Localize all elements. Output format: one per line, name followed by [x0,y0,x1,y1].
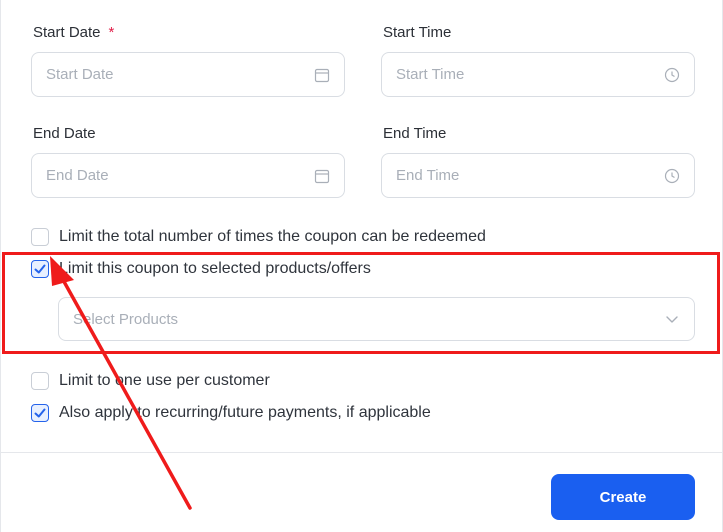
checkmark-icon [34,408,46,418]
calendar-icon [314,169,330,183]
limit-total-redemptions-label: Limit the total number of times the coup… [59,228,486,245]
apply-recurring-option[interactable]: Also apply to recurring/future payments,… [31,404,431,422]
start-time-placeholder: Start Time [396,66,465,83]
start-date-input[interactable]: Start Date [31,52,345,97]
coupon-form-panel: Start Date * Start Date Start Time Start … [0,0,723,532]
start-time-input[interactable]: Start Time [381,52,695,97]
limit-to-products-label: Limit this coupon to selected products/o… [59,260,371,277]
end-date-placeholder: End Date [46,167,109,184]
footer-divider [1,452,723,453]
start-time-label: Start Time [383,24,452,41]
end-date-label: End Date [33,125,96,142]
select-products-placeholder: Select Products [73,310,179,328]
clock-icon [664,67,680,82]
limit-total-redemptions-option[interactable]: Limit the total number of times the coup… [31,228,486,246]
one-use-per-customer-checkbox[interactable] [31,372,49,390]
one-use-per-customer-option[interactable]: Limit to one use per customer [31,372,270,390]
start-date-placeholder: Start Date [46,66,114,83]
create-button[interactable]: Create [551,474,695,520]
limit-total-redemptions-checkbox[interactable] [31,228,49,246]
end-time-placeholder: End Time [396,167,460,184]
end-time-label: End Time [383,125,447,142]
one-use-per-customer-label: Limit to one use per customer [59,372,270,389]
start-date-label: Start Date * [33,24,115,41]
required-mark: * [108,24,115,41]
clock-icon [664,168,680,183]
end-date-input[interactable]: End Date [31,153,345,198]
limit-to-products-option[interactable]: Limit this coupon to selected products/o… [31,260,371,278]
end-time-input[interactable]: End Time [381,153,695,198]
calendar-icon [314,68,330,82]
apply-recurring-label: Also apply to recurring/future payments,… [59,404,431,421]
chevron-down-icon [666,316,678,323]
select-products-dropdown[interactable]: Select Products [58,297,695,341]
checkmark-icon [34,264,46,274]
limit-to-products-checkbox[interactable] [31,260,49,278]
apply-recurring-checkbox[interactable] [31,404,49,422]
